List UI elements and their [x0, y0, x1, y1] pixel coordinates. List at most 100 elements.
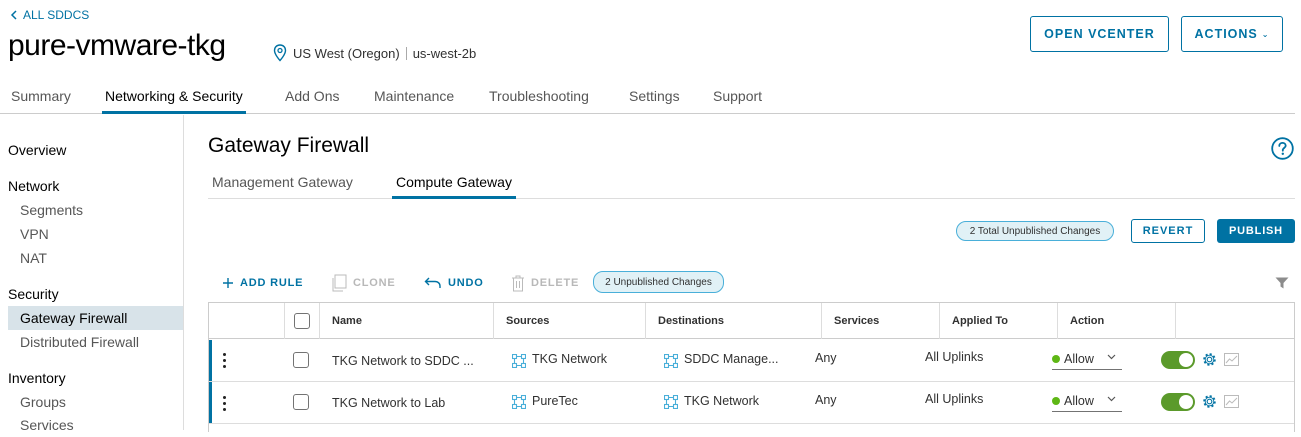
tab-troubleshooting[interactable]: Troubleshooting	[489, 88, 589, 114]
zone-label: us-west-2b	[412, 45, 477, 61]
gateway-subtabs: Management Gateway Compute Gateway	[208, 174, 1295, 199]
sidebar-heading-network: Network	[8, 178, 60, 194]
tab-summary[interactable]: Summary	[11, 88, 71, 114]
sidebar-item-groups[interactable]: Groups	[8, 390, 183, 414]
column-header-destinations[interactable]: Destinations	[645, 303, 821, 339]
table-row[interactable]: TKG Network to SDDC ... TKG Network SDDC…	[209, 340, 1294, 382]
stats-chart-icon[interactable]	[1224, 395, 1239, 408]
unpublished-marker	[209, 340, 212, 381]
section-title: Gateway Firewall	[208, 134, 370, 157]
column-header-action[interactable]: Action	[1057, 303, 1175, 339]
undo-button[interactable]: UNDO	[424, 272, 484, 294]
header-checkbox-cell	[284, 303, 319, 339]
rule-enabled-toggle[interactable]	[1161, 351, 1195, 369]
sidebar-item-distributed-firewall[interactable]: Distributed Firewall	[8, 330, 183, 354]
sidebar-item-nat[interactable]: NAT	[8, 246, 183, 270]
network-segment-icon	[664, 354, 678, 368]
map-pin-icon	[273, 44, 287, 62]
action-select[interactable]: Allow	[1052, 348, 1122, 370]
location-separator	[405, 46, 407, 60]
allow-status-dot	[1052, 354, 1060, 363]
tab-networking-security[interactable]: Networking & Security	[102, 88, 246, 114]
sidebar: Overview Network Segments VPN NAT Securi…	[0, 115, 184, 433]
publish-button[interactable]: PUBLISH	[1217, 219, 1295, 243]
tab-management-gateway[interactable]: Management Gateway	[212, 174, 353, 199]
location-info: US West (Oregon) us-west-2b	[273, 44, 476, 62]
row-actions-menu-icon[interactable]	[223, 353, 227, 369]
row-checkbox[interactable]	[293, 394, 309, 410]
rule-source[interactable]: TKG Network	[532, 352, 607, 366]
allow-status-dot	[1052, 396, 1060, 405]
select-all-checkbox[interactable]	[294, 313, 310, 329]
network-segment-icon	[664, 395, 678, 409]
rule-source[interactable]: PureTec	[532, 394, 578, 408]
chevron-down-icon: ⌄	[1261, 29, 1270, 39]
region-label: US West (Oregon)	[293, 45, 400, 61]
rule-name: TKG Network to Lab	[332, 396, 446, 410]
back-label: ALL SDDCS	[23, 8, 90, 22]
column-header-services[interactable]: Services	[821, 303, 939, 339]
grid-header: Name Sources Destinations Services Appli…	[209, 303, 1294, 339]
undo-label: UNDO	[448, 277, 484, 289]
column-header-name[interactable]: Name	[319, 303, 493, 339]
action-select[interactable]: Allow	[1052, 390, 1122, 412]
back-to-sddcs-link[interactable]: ALL SDDCS	[10, 8, 89, 22]
column-header-applied-to[interactable]: Applied To	[939, 303, 1057, 339]
unpublished-changes-badge: 2 Unpublished Changes	[593, 271, 724, 293]
rule-applied-to[interactable]: All Uplinks	[925, 350, 983, 364]
sidebar-item-segments[interactable]: Segments	[8, 198, 183, 222]
undo-icon	[424, 277, 441, 288]
page-title: pure-vmware-tkg	[8, 29, 226, 62]
row-actions-menu-icon[interactable]	[223, 396, 227, 412]
main-tabs: Summary Networking & Security Add Ons Ma…	[0, 88, 1295, 114]
add-rule-button[interactable]: ADD RULE	[222, 272, 303, 294]
action-value: Allow	[1064, 351, 1094, 366]
sidebar-item-services[interactable]: Services	[8, 413, 183, 437]
add-rule-label: ADD RULE	[240, 277, 304, 289]
actions-label: ACTIONS	[1194, 27, 1258, 41]
delete-button[interactable]: DELETE	[511, 272, 579, 294]
copy-icon	[332, 274, 347, 292]
sidebar-heading-inventory: Inventory	[8, 370, 66, 386]
gear-icon[interactable]	[1202, 394, 1217, 409]
sidebar-item-overview[interactable]: Overview	[8, 142, 66, 158]
network-segment-icon	[512, 354, 526, 368]
unpublished-marker	[209, 382, 212, 423]
delete-label: DELETE	[531, 277, 580, 289]
rule-enabled-toggle[interactable]	[1161, 393, 1195, 411]
help-icon[interactable]	[1271, 137, 1294, 160]
sidebar-heading-security: Security	[8, 286, 59, 302]
rule-services[interactable]: Any	[815, 351, 837, 365]
row-checkbox[interactable]	[293, 352, 309, 368]
rule-destination[interactable]: TKG Network	[684, 394, 759, 408]
rule-destination[interactable]: SDDC Manage...	[684, 352, 778, 366]
revert-button[interactable]: REVERT	[1131, 219, 1205, 243]
firewall-rules-grid: Name Sources Destinations Services Appli…	[208, 302, 1295, 432]
trash-icon	[512, 275, 524, 292]
tab-support[interactable]: Support	[713, 88, 762, 114]
tab-maintenance[interactable]: Maintenance	[374, 88, 454, 114]
table-row[interactable]: TKG Network to Lab PureTec TKG Network A…	[209, 382, 1294, 424]
tab-add-ons[interactable]: Add Ons	[285, 88, 339, 114]
gear-icon[interactable]	[1202, 352, 1217, 367]
column-header-sources[interactable]: Sources	[493, 303, 645, 339]
network-segment-icon	[512, 395, 526, 409]
plus-icon	[223, 278, 233, 288]
clone-button[interactable]: CLONE	[331, 272, 396, 294]
rule-applied-to[interactable]: All Uplinks	[925, 392, 983, 406]
rule-services[interactable]: Any	[815, 393, 837, 407]
chevron-left-icon	[10, 10, 17, 20]
open-vcenter-button[interactable]: OPEN VCENTER	[1030, 16, 1169, 52]
tab-settings[interactable]: Settings	[629, 88, 680, 114]
tab-compute-gateway[interactable]: Compute Gateway	[392, 174, 516, 199]
chevron-down-icon	[1107, 354, 1116, 360]
actions-dropdown-button[interactable]: ACTIONS ⌄	[1181, 16, 1283, 52]
rule-name: TKG Network to SDDC ...	[332, 354, 474, 368]
action-value: Allow	[1064, 393, 1094, 408]
clone-label: CLONE	[353, 277, 396, 289]
filter-icon[interactable]	[1275, 277, 1289, 289]
chevron-down-icon	[1107, 396, 1116, 402]
stats-chart-icon[interactable]	[1224, 353, 1239, 366]
sidebar-item-gateway-firewall[interactable]: Gateway Firewall	[8, 306, 183, 330]
sidebar-item-vpn[interactable]: VPN	[8, 222, 183, 246]
